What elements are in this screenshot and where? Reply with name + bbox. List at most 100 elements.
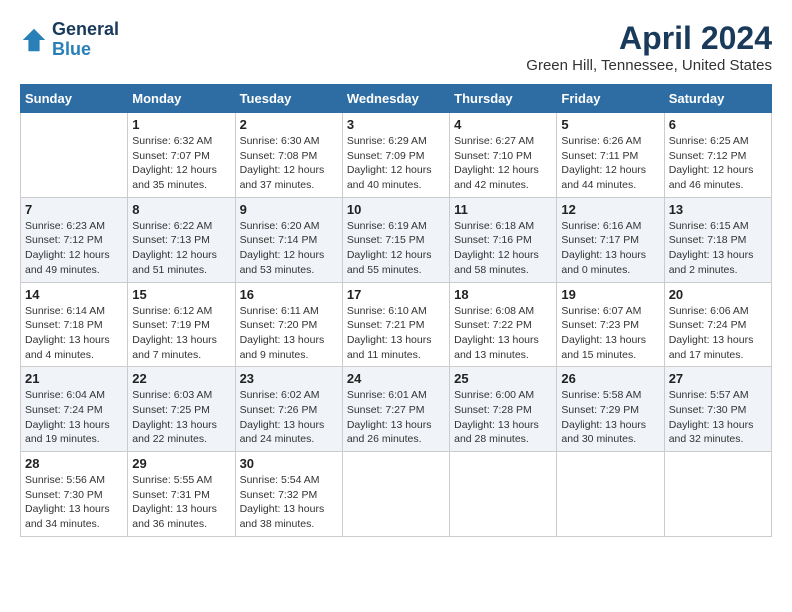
day-number: 2: [240, 117, 338, 132]
column-header-friday: Friday: [557, 85, 664, 113]
calendar-cell: 28 Sunrise: 5:56 AM Sunset: 7:30 PM Dayli…: [21, 452, 128, 537]
calendar-cell: 24 Sunrise: 6:01 AM Sunset: 7:27 PM Dayli…: [342, 367, 449, 452]
day-info: Sunrise: 6:04 AM Sunset: 7:24 PM Dayligh…: [25, 388, 123, 447]
calendar-cell: 16 Sunrise: 6:11 AM Sunset: 7:20 PM Dayli…: [235, 282, 342, 367]
day-info: Sunrise: 6:02 AM Sunset: 7:26 PM Dayligh…: [240, 388, 338, 447]
day-info: Sunrise: 5:56 AM Sunset: 7:30 PM Dayligh…: [25, 473, 123, 532]
day-info: Sunrise: 6:16 AM Sunset: 7:17 PM Dayligh…: [561, 219, 659, 278]
day-info: Sunrise: 6:19 AM Sunset: 7:15 PM Dayligh…: [347, 219, 445, 278]
day-info: Sunrise: 5:55 AM Sunset: 7:31 PM Dayligh…: [132, 473, 230, 532]
day-number: 25: [454, 371, 552, 386]
day-number: 26: [561, 371, 659, 386]
day-info: Sunrise: 5:57 AM Sunset: 7:30 PM Dayligh…: [669, 388, 767, 447]
calendar-cell: 8Sunrise: 6:22 AM Sunset: 7:13 PM Daylig…: [128, 197, 235, 282]
column-header-thursday: Thursday: [450, 85, 557, 113]
day-number: 13: [669, 202, 767, 217]
day-info: Sunrise: 6:32 AM Sunset: 7:07 PM Dayligh…: [132, 134, 230, 193]
calendar-cell: 26 Sunrise: 5:58 AM Sunset: 7:29 PM Dayli…: [557, 367, 664, 452]
day-info: Sunrise: 6:15 AM Sunset: 7:18 PM Dayligh…: [669, 219, 767, 278]
day-number: 15: [132, 287, 230, 302]
column-header-wednesday: Wednesday: [342, 85, 449, 113]
day-number: 9: [240, 202, 338, 217]
calendar-cell: 23 Sunrise: 6:02 AM Sunset: 7:26 PM Dayli…: [235, 367, 342, 452]
calendar-cell: [342, 452, 449, 537]
day-number: 5: [561, 117, 659, 132]
calendar-cell: 17Sunrise: 6:10 AM Sunset: 7:21 PM Dayli…: [342, 282, 449, 367]
day-info: Sunrise: 6:26 AM Sunset: 7:11 PM Dayligh…: [561, 134, 659, 193]
logo: General Blue: [20, 20, 119, 60]
day-info: Sunrise: 6:29 AM Sunset: 7:09 PM Dayligh…: [347, 134, 445, 193]
day-info: Sunrise: 6:22 AM Sunset: 7:13 PM Dayligh…: [132, 219, 230, 278]
day-info: Sunrise: 6:30 AM Sunset: 7:08 PM Dayligh…: [240, 134, 338, 193]
calendar-cell: 30 Sunrise: 5:54 AM Sunset: 7:32 PM Dayli…: [235, 452, 342, 537]
calendar-table: SundayMondayTuesdayWednesdayThursdayFrid…: [20, 84, 772, 537]
day-number: 1: [132, 117, 230, 132]
calendar-cell: 7 Sunrise: 6:23 AM Sunset: 7:12 PM Daylig…: [21, 197, 128, 282]
location: Green Hill, Tennessee, United States: [526, 57, 772, 74]
calendar-cell: 18 Sunrise: 6:08 AM Sunset: 7:22 PM Dayli…: [450, 282, 557, 367]
day-info: Sunrise: 5:54 AM Sunset: 7:32 PM Dayligh…: [240, 473, 338, 532]
day-info: Sunrise: 6:10 AM Sunset: 7:21 PM Dayligh…: [347, 304, 445, 363]
day-number: 28: [25, 456, 123, 471]
day-info: Sunrise: 6:27 AM Sunset: 7:10 PM Dayligh…: [454, 134, 552, 193]
day-number: 20: [669, 287, 767, 302]
column-header-saturday: Saturday: [664, 85, 771, 113]
day-number: 27: [669, 371, 767, 386]
day-number: 23: [240, 371, 338, 386]
calendar-week-5: 28 Sunrise: 5:56 AM Sunset: 7:30 PM Dayli…: [21, 452, 772, 537]
month-title: April 2024: [526, 20, 772, 57]
calendar-cell: 25 Sunrise: 6:00 AM Sunset: 7:28 PM Dayli…: [450, 367, 557, 452]
page-header: General Blue April 2024 Green Hill, Tenn…: [20, 20, 772, 74]
day-info: Sunrise: 6:01 AM Sunset: 7:27 PM Dayligh…: [347, 388, 445, 447]
calendar-cell: 21 Sunrise: 6:04 AM Sunset: 7:24 PM Dayli…: [21, 367, 128, 452]
day-number: 29: [132, 456, 230, 471]
calendar-week-2: 7 Sunrise: 6:23 AM Sunset: 7:12 PM Daylig…: [21, 197, 772, 282]
day-info: Sunrise: 6:00 AM Sunset: 7:28 PM Dayligh…: [454, 388, 552, 447]
day-info: Sunrise: 6:03 AM Sunset: 7:25 PM Dayligh…: [132, 388, 230, 447]
calendar-cell: 6 Sunrise: 6:25 AM Sunset: 7:12 PM Daylig…: [664, 113, 771, 198]
day-number: 30: [240, 456, 338, 471]
column-header-tuesday: Tuesday: [235, 85, 342, 113]
calendar-cell: [557, 452, 664, 537]
day-number: 14: [25, 287, 123, 302]
calendar-cell: [21, 113, 128, 198]
calendar-cell: 15Sunrise: 6:12 AM Sunset: 7:19 PM Dayli…: [128, 282, 235, 367]
day-info: Sunrise: 6:11 AM Sunset: 7:20 PM Dayligh…: [240, 304, 338, 363]
day-info: Sunrise: 6:20 AM Sunset: 7:14 PM Dayligh…: [240, 219, 338, 278]
calendar-cell: 2 Sunrise: 6:30 AM Sunset: 7:08 PM Daylig…: [235, 113, 342, 198]
calendar-cell: [450, 452, 557, 537]
day-info: Sunrise: 6:08 AM Sunset: 7:22 PM Dayligh…: [454, 304, 552, 363]
calendar-cell: 12 Sunrise: 6:16 AM Sunset: 7:17 PM Dayli…: [557, 197, 664, 282]
calendar-cell: 11 Sunrise: 6:18 AM Sunset: 7:16 PM Dayli…: [450, 197, 557, 282]
day-number: 24: [347, 371, 445, 386]
day-info: Sunrise: 5:58 AM Sunset: 7:29 PM Dayligh…: [561, 388, 659, 447]
calendar-cell: 3 Sunrise: 6:29 AM Sunset: 7:09 PM Daylig…: [342, 113, 449, 198]
day-info: Sunrise: 6:07 AM Sunset: 7:23 PM Dayligh…: [561, 304, 659, 363]
day-info: Sunrise: 6:14 AM Sunset: 7:18 PM Dayligh…: [25, 304, 123, 363]
day-number: 3: [347, 117, 445, 132]
day-info: Sunrise: 6:25 AM Sunset: 7:12 PM Dayligh…: [669, 134, 767, 193]
day-number: 4: [454, 117, 552, 132]
day-number: 7: [25, 202, 123, 217]
day-number: 11: [454, 202, 552, 217]
day-info: Sunrise: 6:23 AM Sunset: 7:12 PM Dayligh…: [25, 219, 123, 278]
logo-text-line1: General: [52, 20, 119, 40]
day-info: Sunrise: 6:18 AM Sunset: 7:16 PM Dayligh…: [454, 219, 552, 278]
calendar-cell: 20Sunrise: 6:06 AM Sunset: 7:24 PM Dayli…: [664, 282, 771, 367]
calendar-cell: 1 Sunrise: 6:32 AM Sunset: 7:07 PM Daylig…: [128, 113, 235, 198]
calendar-cell: [664, 452, 771, 537]
day-number: 10: [347, 202, 445, 217]
day-number: 6: [669, 117, 767, 132]
calendar-header-row: SundayMondayTuesdayWednesdayThursdayFrid…: [21, 85, 772, 113]
calendar-cell: 27 Sunrise: 5:57 AM Sunset: 7:30 PM Dayli…: [664, 367, 771, 452]
calendar-week-4: 21 Sunrise: 6:04 AM Sunset: 7:24 PM Dayli…: [21, 367, 772, 452]
day-number: 22: [132, 371, 230, 386]
day-number: 12: [561, 202, 659, 217]
calendar-cell: 4 Sunrise: 6:27 AM Sunset: 7:10 PM Daylig…: [450, 113, 557, 198]
day-number: 21: [25, 371, 123, 386]
logo-icon: [20, 26, 48, 54]
calendar-cell: 9 Sunrise: 6:20 AM Sunset: 7:14 PM Daylig…: [235, 197, 342, 282]
day-number: 16: [240, 287, 338, 302]
title-area: April 2024 Green Hill, Tennessee, United…: [526, 20, 772, 74]
day-number: 18: [454, 287, 552, 302]
